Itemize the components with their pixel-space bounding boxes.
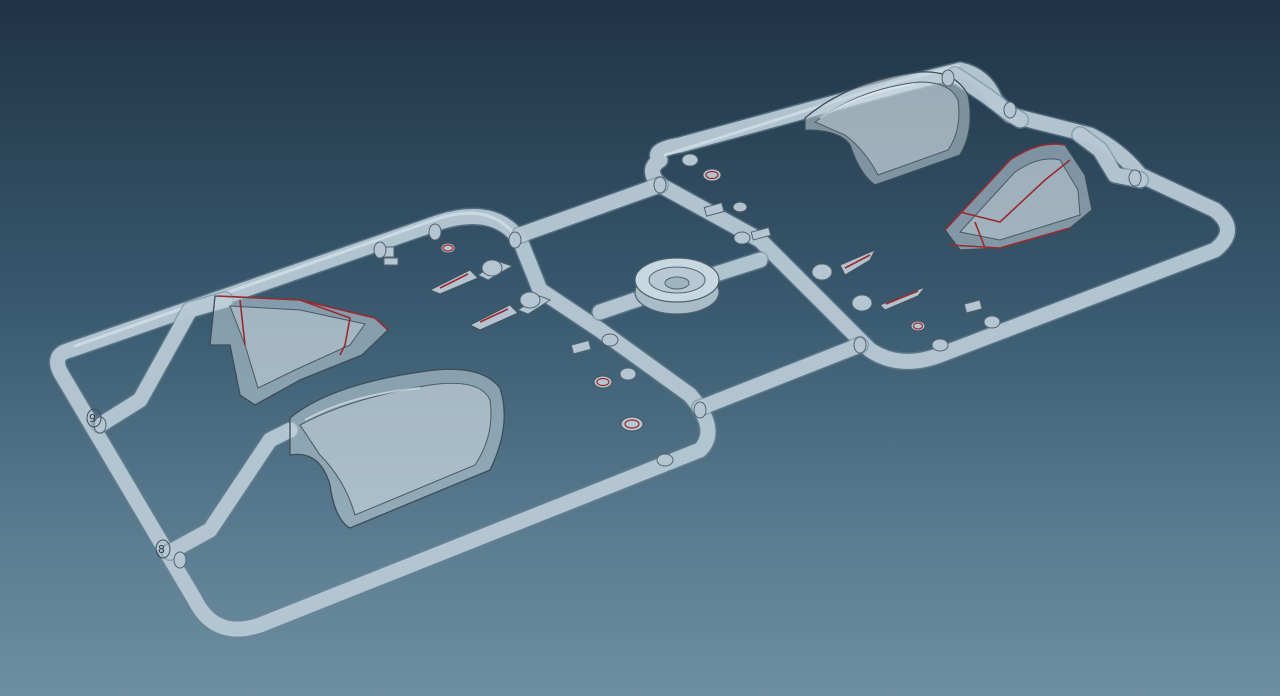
windscreen-canopy-right bbox=[944, 143, 1093, 251]
sprue-hub bbox=[634, 257, 720, 315]
part-number-8-text: 8 bbox=[158, 543, 165, 556]
part-number-9-text: 9 bbox=[89, 412, 96, 425]
sprue-scene: 9 8 bbox=[48, 61, 1237, 639]
rear-canopy-right bbox=[804, 71, 971, 186]
rear-canopy-left bbox=[289, 368, 505, 529]
